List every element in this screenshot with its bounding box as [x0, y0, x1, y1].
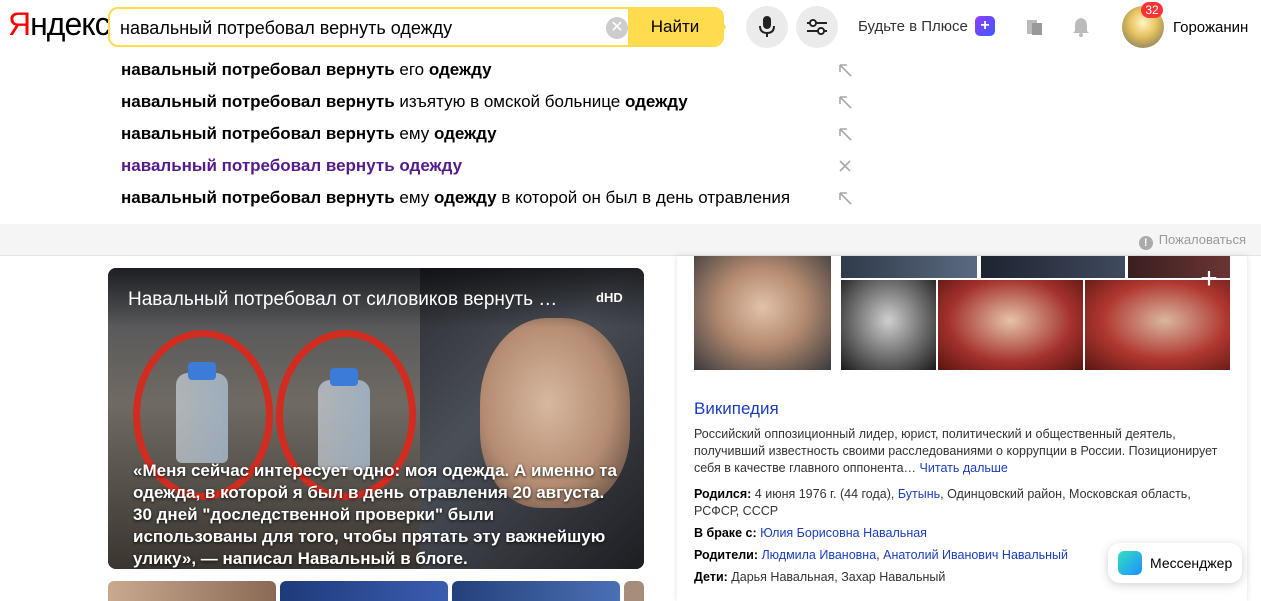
logo-rest: ндекс: [30, 6, 110, 42]
parent-link[interactable]: Анатолий Иванович Навальный: [883, 548, 1068, 562]
suggest-bold: навальный потребовал вернуть: [121, 92, 395, 111]
sliders-icon: [807, 19, 827, 35]
suggest-item[interactable]: навальный потребовал вернуть ему одежду: [121, 118, 497, 150]
plus-icon[interactable]: +: [975, 16, 995, 36]
suggest-bold: навальный потребовал вернуть: [121, 188, 395, 207]
fact-born: Родился: 4 июня 1976 г. (44 года), Бутын…: [694, 486, 1234, 520]
search-input[interactable]: [120, 17, 600, 39]
suggest-footer: ! Пожаловаться: [0, 224, 1261, 256]
microphone-icon: [759, 16, 775, 37]
birthplace-link[interactable]: Бутынь: [898, 487, 940, 501]
suggest-item[interactable]: навальный потребовал вернуть его одежду: [121, 54, 492, 86]
spouse-link[interactable]: Юлия Борисовна Навальная: [760, 526, 927, 540]
voice-search-button[interactable]: [746, 6, 788, 48]
hd-badge: dHD: [596, 290, 623, 305]
remove-suggest-icon[interactable]: [838, 159, 852, 173]
suggest-bold: одежду: [433, 188, 497, 207]
suggest-item[interactable]: навальный потребовал вернуть ему одежду …: [121, 182, 790, 214]
messenger-button[interactable]: Мессенджер: [1108, 543, 1242, 583]
collections-icon[interactable]: [1024, 16, 1046, 38]
yandex-logo[interactable]: Яндекс: [8, 6, 111, 43]
video-thumbnail[interactable]: [108, 581, 276, 601]
yandex-search-page: Яндекс ✕ Найти Будьте в Плюсе + 32 Горож…: [0, 0, 1261, 601]
video-quote: «Меня сейчас интересует одно: моя одежда…: [133, 461, 617, 568]
messenger-label: Мессенджер: [1150, 555, 1233, 571]
suggest-text: изъятую в омской больнице: [394, 92, 625, 111]
fact-text: Дарья Навальная, Захар Навальный: [727, 570, 946, 584]
warning-icon: !: [1138, 236, 1153, 250]
insert-suggest-arrow-icon[interactable]: [838, 127, 852, 141]
more-photos-icon[interactable]: +: [1196, 264, 1222, 294]
wiki-description: Российский оппозиционный лидер, юрист, п…: [694, 426, 1224, 477]
messenger-icon: [1118, 551, 1142, 575]
suggest-text: его: [394, 60, 429, 79]
find-button[interactable]: Найти: [628, 9, 722, 45]
suggest-item[interactable]: навальный потребовал вернуть изъятую в о…: [121, 86, 688, 118]
username[interactable]: Горожанин: [1173, 19, 1248, 36]
video-card[interactable]: Навальный потребовал от силовиков вернут…: [108, 268, 644, 569]
insert-suggest-arrow-icon[interactable]: [838, 191, 852, 205]
video-thumbnail[interactable]: [624, 581, 644, 601]
complain-label: Пожаловаться: [1158, 232, 1246, 247]
fact-label: В браке с:: [694, 526, 757, 540]
wikipedia-link[interactable]: Википедия: [694, 399, 779, 419]
entity-photo[interactable]: [841, 280, 936, 370]
insert-suggest-arrow-icon[interactable]: [838, 63, 852, 77]
parent-link[interactable]: Людмила Ивановна: [761, 548, 876, 562]
video-thumbnail[interactable]: [280, 581, 448, 601]
entity-photo[interactable]: [694, 256, 831, 370]
insert-suggest-arrow-icon[interactable]: [838, 95, 852, 109]
fact-text: 4 июня 1976 г. (44 года),: [751, 487, 898, 501]
bell-icon[interactable]: [1070, 16, 1092, 38]
suggest-text: в которой он был в день отравления: [496, 188, 791, 207]
video-title[interactable]: Навальный потребовал от силовиков вернут…: [128, 289, 588, 311]
video-thumbnail[interactable]: [452, 581, 620, 601]
search-box: ✕ Найти: [108, 7, 724, 47]
complain-link[interactable]: ! Пожаловаться: [1138, 232, 1246, 250]
fact-label: Родители:: [694, 548, 758, 562]
fact-label: Дети:: [694, 570, 728, 584]
suggest-text: ему: [394, 188, 434, 207]
entity-photo[interactable]: [981, 256, 1125, 278]
plus-link[interactable]: Будьте в Плюсе: [858, 18, 968, 35]
suggest-bold: навальный потребовал вернуть: [121, 60, 395, 79]
suggest-text: ему: [394, 124, 434, 143]
clear-search-button[interactable]: ✕: [606, 17, 628, 39]
search-settings-button[interactable]: [796, 6, 838, 48]
notifications-count-badge: 32: [1141, 2, 1163, 18]
find-button-arrow: [714, 7, 726, 47]
logo-first-letter: Я: [8, 6, 31, 42]
fact-label: Родился:: [694, 487, 752, 501]
header: Яндекс ✕ Найти Будьте в Плюсе + 32 Горож…: [0, 0, 1261, 54]
suggest-item-visited[interactable]: навальный потребовал вернуть одежду: [121, 150, 462, 182]
suggest-bold: одежду: [624, 92, 688, 111]
read-more-link[interactable]: Читать дальше: [920, 461, 1008, 475]
suggest-bold: навальный потребовал вернуть: [121, 124, 395, 143]
entity-photo[interactable]: [938, 280, 1083, 370]
suggest-bold: одежду: [433, 124, 497, 143]
suggest-bold: одежду: [428, 60, 492, 79]
entity-photo[interactable]: [841, 256, 977, 278]
fact-married: В браке с: Юлия Борисовна Навальная: [694, 525, 1234, 542]
